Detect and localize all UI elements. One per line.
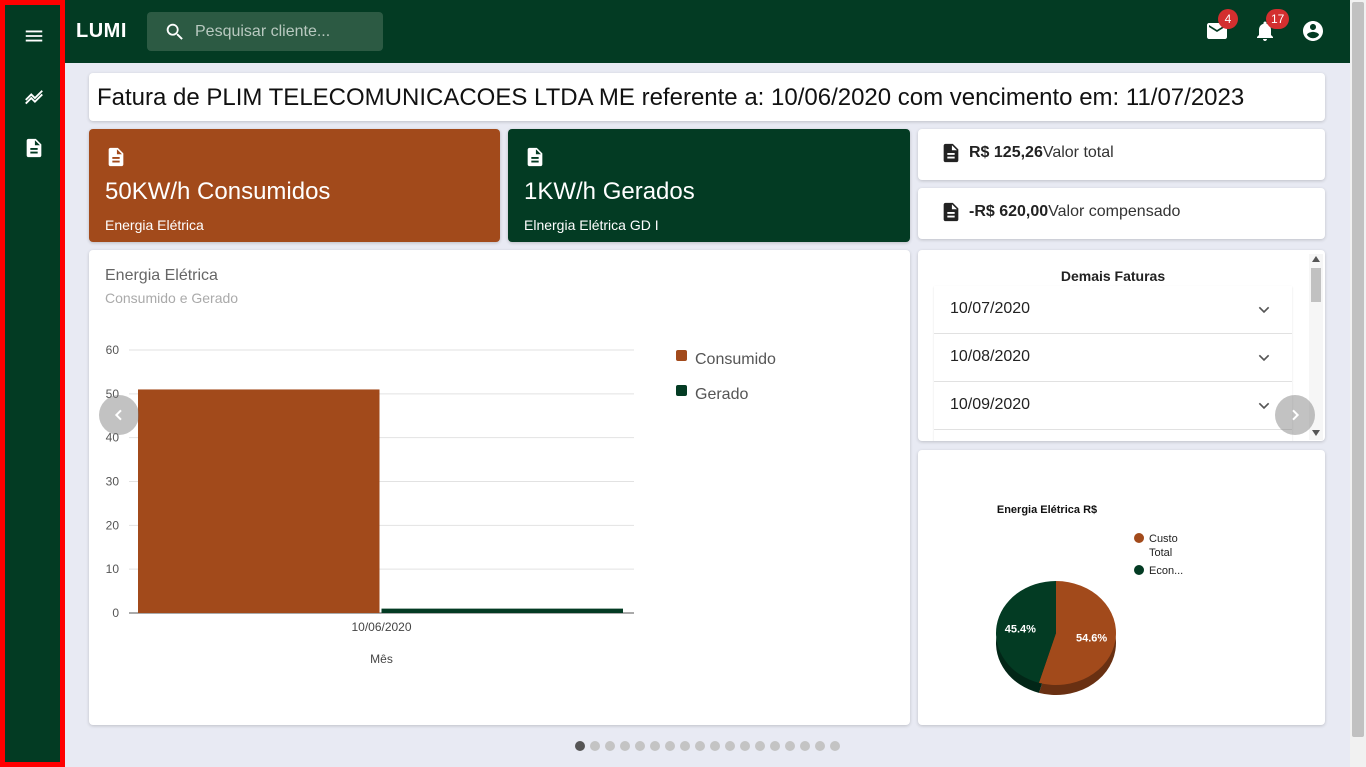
- carousel-dot[interactable]: [770, 741, 780, 751]
- compensated-amount: -R$ 620,00: [969, 203, 1049, 220]
- cost-pie-card: Energia Elétrica R$ 54.6% 45.4% Custo Total E…: [918, 450, 1325, 725]
- total-amount: R$ 125,26: [969, 144, 1043, 161]
- top-app-bar: LUMI 4 17: [65, 0, 1350, 63]
- y-tick-label: 10: [106, 562, 120, 576]
- carousel-dot[interactable]: [830, 741, 840, 751]
- carousel-dot[interactable]: [620, 741, 630, 751]
- generation-label: Elnergia Elétrica GD I: [524, 217, 659, 233]
- x-axis-label: Mês: [370, 652, 393, 666]
- pie-value-label: 45.4%: [1005, 624, 1036, 636]
- invoice-date: 10/08/2020: [950, 348, 1031, 365]
- search-box[interactable]: [147, 12, 383, 51]
- chevron-right-icon: [1292, 409, 1300, 421]
- y-tick-label: 60: [106, 343, 120, 357]
- notifications-button[interactable]: 17: [1252, 9, 1290, 44]
- total-label: Valor total: [1042, 144, 1114, 161]
- document-icon: [524, 145, 546, 174]
- chevron-down-icon: [1256, 350, 1272, 371]
- compensated-value-card: -R$ 620,00Valor compensado: [918, 188, 1325, 239]
- invoice-date: 10/09/2020: [950, 396, 1031, 413]
- carousel-indicators: [575, 741, 840, 751]
- compensated-label: Valor compensado: [1048, 203, 1181, 220]
- chevron-left-icon: [114, 409, 122, 421]
- chevron-down-icon: [1256, 302, 1272, 323]
- carousel-dot[interactable]: [650, 741, 660, 751]
- carousel-dot[interactable]: [575, 741, 585, 751]
- legend-swatch: [1134, 533, 1144, 543]
- carousel-dot[interactable]: [710, 741, 720, 751]
- search-input[interactable]: [195, 12, 375, 51]
- invoice-item[interactable]: 10/08/2020: [934, 334, 1292, 382]
- pie-chart: Energia Elétrica R$ 54.6% 45.4% Custo Total E…: [995, 504, 1183, 695]
- carousel-prev-button[interactable]: [99, 395, 139, 435]
- page-scrollbar[interactable]: [1350, 0, 1366, 767]
- carousel-dot[interactable]: [605, 741, 615, 751]
- generation-value: 1KW/h Gerados: [524, 178, 695, 205]
- carousel-dot[interactable]: [665, 741, 675, 751]
- bar: [138, 389, 380, 613]
- invoice-item-partial[interactable]: [934, 430, 1292, 441]
- carousel-next-button[interactable]: [1275, 395, 1315, 435]
- consumption-card: 50KW/h Consumidos Energia Elétrica: [89, 129, 500, 242]
- chevron-down-icon: [1256, 398, 1272, 419]
- carousel-dot[interactable]: [725, 741, 735, 751]
- y-tick-label: 20: [106, 518, 120, 532]
- mail-button[interactable]: 4: [1204, 9, 1238, 44]
- account-button[interactable]: [1300, 18, 1326, 44]
- legend-swatch: [1134, 565, 1144, 575]
- document-icon[interactable]: [19, 133, 49, 163]
- y-tick-label: 0: [112, 606, 119, 620]
- generation-card: 1KW/h Gerados Elnergia Elétrica GD I: [508, 129, 910, 242]
- legend-label: Consumido: [695, 351, 776, 368]
- y-tick-label: 30: [106, 475, 120, 489]
- x-tick-label: 10/06/2020: [351, 620, 411, 634]
- document-icon: [105, 145, 127, 174]
- pie-title: Energia Elétrica R$: [997, 504, 1097, 516]
- bar: [381, 608, 623, 613]
- carousel-dot[interactable]: [755, 741, 765, 751]
- invoice-title-card: Fatura de PLIM TELECOMUNICACOES LTDA ME …: [89, 73, 1325, 121]
- pie-value-label: 54.6%: [1076, 632, 1107, 644]
- legend-label: Custo Total: [1149, 533, 1178, 559]
- energy-chart-card: Energia Elétrica Consumido e Gerado 0 10 2…: [89, 250, 910, 725]
- carousel-dot[interactable]: [695, 741, 705, 751]
- carousel-dot[interactable]: [740, 741, 750, 751]
- consumption-value: 50KW/h Consumidos: [105, 178, 331, 205]
- carousel-dot[interactable]: [800, 741, 810, 751]
- sidebar: [0, 0, 65, 767]
- mail-badge: 4: [1218, 9, 1238, 29]
- page-scrollbar-thumb[interactable]: [1352, 2, 1364, 737]
- legend-label: Gerado: [695, 386, 748, 403]
- carousel-dot[interactable]: [635, 741, 645, 751]
- carousel-dot[interactable]: [815, 741, 825, 751]
- trend-icon[interactable]: [19, 84, 49, 114]
- page-title: Fatura de PLIM TELECOMUNICACOES LTDA ME …: [97, 84, 1245, 111]
- invoice-item[interactable]: 10/07/2020: [934, 286, 1292, 334]
- document-icon: [940, 141, 962, 170]
- bar-chart: 010203040506010/06/2020MêsConsumidoGerad…: [106, 343, 776, 666]
- invoices-scrollbar-thumb[interactable]: [1311, 268, 1321, 302]
- invoices-title: Demais Faturas: [1060, 268, 1166, 284]
- document-icon: [940, 200, 962, 229]
- invoice-item[interactable]: 10/09/2020: [934, 382, 1292, 430]
- carousel-dot[interactable]: [785, 741, 795, 751]
- carousel-dot[interactable]: [590, 741, 600, 751]
- scroll-down-icon[interactable]: [1312, 430, 1320, 436]
- legend-swatch: [676, 385, 687, 396]
- total-value-card: R$ 125,26Valor total: [918, 129, 1325, 180]
- other-invoices-card: Demais Faturas 10/07/2020 10/08/2020 10/…: [918, 250, 1325, 441]
- legend-swatch: [676, 350, 687, 361]
- app-brand: LUMI: [76, 20, 127, 42]
- menu-icon[interactable]: [19, 21, 49, 51]
- consumption-label: Energia Elétrica: [105, 217, 204, 233]
- invoice-date: 10/07/2020: [950, 300, 1031, 317]
- search-icon: [164, 21, 186, 48]
- legend-label: Econ...: [1149, 565, 1183, 577]
- notifications-badge: 17: [1266, 9, 1290, 29]
- account-icon: [1303, 21, 1323, 41]
- carousel-dot[interactable]: [680, 741, 690, 751]
- scroll-up-icon[interactable]: [1312, 256, 1320, 262]
